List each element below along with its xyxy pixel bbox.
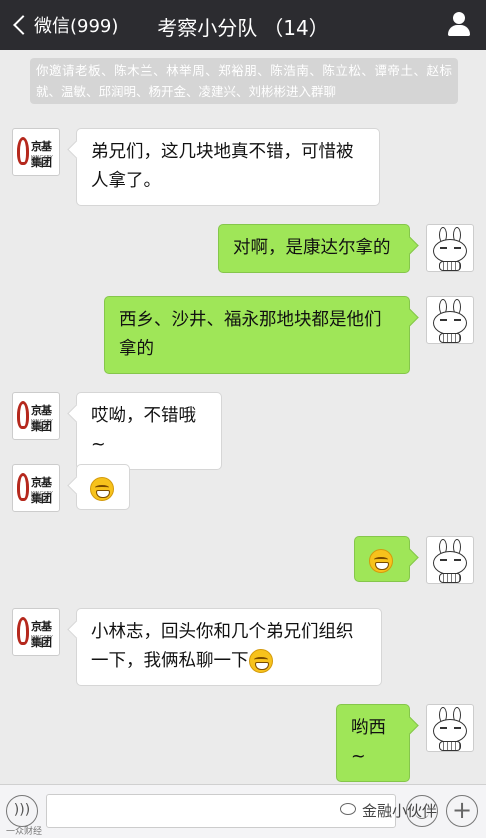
group-name: 考察小分队	[157, 16, 258, 40]
grin-emoji-icon	[248, 649, 273, 673]
voice-input-icon[interactable]: )))	[6, 795, 38, 827]
bunny-eye	[454, 247, 461, 249]
logo-subtext: KINGKEY GROUP	[31, 635, 53, 647]
message-bubble[interactable]: 弟兄们，这几块地真不错，可惜被人拿了。	[76, 128, 380, 206]
watermark-small-text: 一众财经	[6, 827, 43, 837]
emoji-bubble[interactable]	[76, 464, 130, 510]
bunny-paw	[439, 573, 461, 583]
person-head	[453, 12, 465, 24]
chat-title: 考察小分队 （14）	[0, 12, 486, 41]
grin-emoji-icon	[369, 549, 393, 573]
avatar-kingkey[interactable]: 京基集团 KINGKEY GROUP	[12, 464, 60, 512]
emoji-bubble[interactable]	[354, 536, 410, 582]
top-nav-bar: 微信(999) 考察小分队 （14）	[0, 0, 486, 50]
more-options-icon[interactable]: +	[446, 795, 478, 827]
bunny-face	[433, 719, 467, 743]
kingkey-logo-icon	[17, 473, 29, 501]
bunny-eye	[454, 559, 461, 561]
avatar-bunny[interactable]	[426, 704, 474, 752]
kingkey-logo-icon	[17, 401, 29, 429]
watermark-text: 金融小伙伴	[362, 802, 438, 820]
avatar-kingkey[interactable]: 京基集团 KINGKEY GROUP	[12, 608, 60, 656]
member-count: （14）	[263, 16, 329, 40]
bunny-face	[433, 551, 467, 575]
bunny-paw	[439, 261, 461, 271]
bunny-eye	[440, 559, 447, 561]
kingkey-logo-icon	[17, 617, 29, 645]
bunny-face	[433, 311, 467, 335]
avatar-kingkey[interactable]: 京基集团 KINGKEY GROUP	[12, 128, 60, 176]
avatar-bunny[interactable]	[426, 224, 474, 272]
message-bubble[interactable]: 对啊，是康达尔拿的	[218, 224, 410, 273]
bunny-eye	[440, 727, 447, 729]
system-message: 你邀请老板、陈木兰、林举周、郑裕朋、陈浩南、陈立松、谭帝土、赵标就、温敏、邱润明…	[30, 58, 458, 104]
bunny-eye	[440, 319, 447, 321]
bunny-eye	[440, 247, 447, 249]
message-bubble[interactable]: 哎呦，不错哦~	[76, 392, 222, 470]
bunny-eye	[454, 727, 461, 729]
grin-emoji-icon	[90, 477, 114, 501]
message-bubble[interactable]: 小林志，回头你和几个弟兄们组织一下，我俩私聊一下	[76, 608, 382, 686]
message-text: 小林志，回头你和几个弟兄们组织一下，我俩私聊一下	[91, 622, 354, 671]
kingkey-logo-icon	[17, 137, 29, 165]
group-info-icon[interactable]	[446, 11, 472, 37]
message-bubble[interactable]: 西乡、沙井、福永那地块都是他们拿的	[104, 296, 410, 374]
bunny-face	[433, 239, 467, 263]
avatar-bunny[interactable]	[426, 536, 474, 584]
avatar-kingkey[interactable]: 京基集团 KINGKEY GROUP	[12, 392, 60, 440]
logo-subtext: KINGKEY GROUP	[31, 419, 53, 431]
bunny-eye	[454, 319, 461, 321]
bunny-paw	[439, 333, 461, 343]
logo-subtext: KINGKEY GROUP	[31, 155, 53, 167]
message-bubble[interactable]: 哟西~	[336, 704, 410, 782]
bunny-paw	[439, 741, 461, 751]
avatar-bunny[interactable]	[426, 296, 474, 344]
logo-subtext: KINGKEY GROUP	[31, 491, 53, 503]
wechat-watermark-icon	[340, 803, 356, 815]
person-body	[448, 25, 470, 36]
